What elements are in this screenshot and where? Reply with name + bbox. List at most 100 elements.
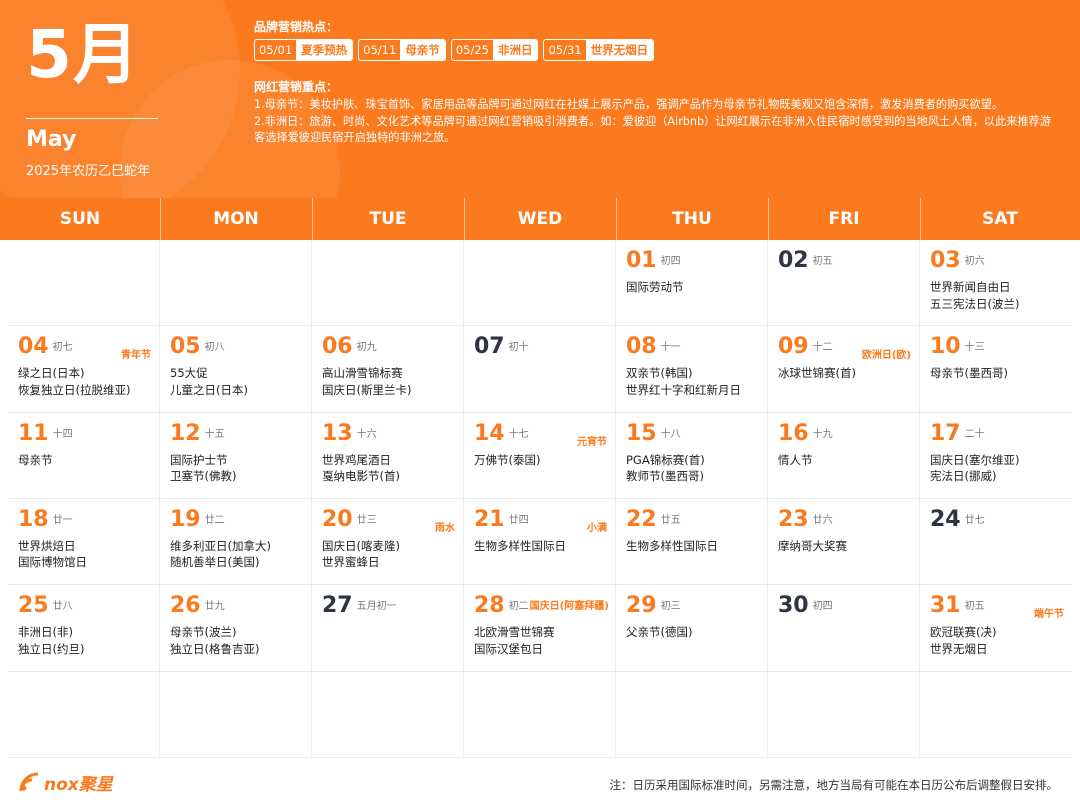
lunar-date: 廿二 bbox=[204, 514, 225, 526]
event-list: 国庆日(塞尔维亚) 宪法日(挪威) bbox=[930, 452, 1072, 485]
event-item: 国庆日(斯里兰卡) bbox=[322, 382, 412, 397]
day-number: 31 bbox=[930, 593, 961, 619]
lunar-date: 廿三 bbox=[356, 514, 377, 526]
calendar-grid: 01 初四 国际劳动节 02 初五 03 初六 世界新闻自由日 五三宪法日(波兰) 04 初七 青年节… bbox=[8, 240, 1072, 758]
empty-day-cell bbox=[312, 671, 464, 758]
hot-tag: 05/25 非洲日 bbox=[450, 39, 539, 61]
event-list: 绿之日(日本) 恢复独立日(拉脱维亚) bbox=[18, 365, 159, 398]
day-number: 15 bbox=[626, 420, 657, 446]
day-cell: 21 廿四 小满 生物多样性国际日 bbox=[464, 498, 616, 586]
event-item: 随机善举日(美国) bbox=[170, 555, 260, 570]
holiday-tag: 元宵节 bbox=[577, 436, 607, 448]
event-list: 世界鸡尾酒日 戛纳电影节(首) bbox=[322, 452, 463, 485]
lunar-date: 十九 bbox=[812, 428, 833, 440]
holiday-inline: 国庆日(阿塞拜疆) bbox=[529, 601, 609, 613]
day-number: 09 bbox=[778, 334, 809, 360]
day-cell: 29 初三父亲节(德国) bbox=[616, 585, 768, 672]
hot-tag-name: 世界无烟日 bbox=[585, 40, 654, 60]
day-cell: 19 廿二 维多利亚日(加拿大) 随机善举日(美国) bbox=[160, 498, 312, 586]
event-item: 情人节 bbox=[778, 452, 813, 467]
calendar-header: 5月 May 2025年农历乙巳蛇年 品牌营销热点： 05/01 夏季预热 05… bbox=[0, 0, 1080, 198]
empty-day-cell bbox=[464, 671, 616, 758]
day-number: 17 bbox=[930, 420, 961, 446]
lunar-date: 十一 bbox=[660, 342, 681, 354]
day-number: 18 bbox=[18, 506, 49, 532]
day-number: 11 bbox=[18, 420, 49, 446]
lunar-date: 初七 bbox=[52, 342, 73, 354]
lunar-date: 初五 bbox=[812, 256, 833, 267]
lunar-date: 初八 bbox=[204, 342, 225, 354]
lunar-date: 初二 bbox=[508, 601, 529, 613]
day-number: 07 bbox=[474, 334, 505, 360]
day-cell: 31 初五 端午节 欧冠联赛(决) 世界无烟日 bbox=[920, 585, 1072, 672]
day-cell: 14 十七 元宵节 万佛节(泰国) bbox=[464, 412, 616, 499]
day-cell: 13 十六 世界鸡尾酒日 戛纳电影节(首) bbox=[312, 412, 464, 499]
day-number: 19 bbox=[170, 506, 201, 532]
day-number: 29 bbox=[626, 593, 657, 619]
day-cell: 02 初五 bbox=[768, 240, 920, 327]
brand-logo: nox聚星 bbox=[18, 770, 113, 795]
kol-note: 1.母亲节：美妆护肤、珠宝首饰、家居用品等品牌可通过网红在社媒上展示产品，强调产… bbox=[254, 98, 1004, 111]
lunar-date: 五月初一 bbox=[356, 601, 397, 613]
day-cell: 20 廿三 雨水 国庆日(喀麦隆) 世界蜜蜂日 bbox=[312, 498, 464, 586]
day-number: 05 bbox=[170, 334, 201, 360]
hot-tag-name: 母亲节 bbox=[400, 40, 445, 60]
day-cell: 01 初四 国际劳动节 bbox=[616, 240, 768, 327]
event-item: 国际博物馆日 bbox=[18, 555, 87, 570]
signal-icon bbox=[19, 772, 39, 791]
event-list: 生物多样性国际日 bbox=[474, 538, 615, 555]
lunar-date: 十三 bbox=[964, 342, 985, 354]
lunar-date: 廿六 bbox=[812, 514, 833, 526]
hot-tag-name: 非洲日 bbox=[492, 40, 538, 60]
event-item: 55大促 bbox=[170, 366, 208, 381]
event-list: 母亲节 bbox=[18, 452, 159, 469]
hot-topics-title: 品牌营销热点： bbox=[254, 20, 339, 34]
day-number: 04 bbox=[18, 334, 49, 360]
event-item: 国际护士节 bbox=[170, 452, 228, 467]
event-item: 恢复独立日(拉脱维亚) bbox=[18, 382, 131, 397]
lunar-date: 初三 bbox=[660, 601, 681, 613]
day-cell: 30 初四 bbox=[768, 585, 920, 672]
weekday-label: WED bbox=[464, 198, 616, 240]
event-list: 高山滑雪锦标赛 国庆日(斯里兰卡) bbox=[322, 365, 463, 398]
empty-day-cell bbox=[464, 240, 616, 327]
lunar-date: 十四 bbox=[52, 428, 73, 440]
day-number: 28 bbox=[474, 593, 505, 619]
empty-day-cell bbox=[8, 671, 160, 758]
day-number: 13 bbox=[322, 420, 353, 446]
day-cell: 04 初七 青年节 绿之日(日本) 恢复独立日(拉脱维亚) bbox=[8, 326, 160, 413]
event-item: 独立日(格鲁吉亚) bbox=[170, 641, 260, 656]
event-item: 欧冠联赛(决) bbox=[930, 625, 997, 640]
lunar-date: 初五 bbox=[964, 601, 985, 613]
day-number: 25 bbox=[18, 593, 49, 619]
day-number: 01 bbox=[626, 248, 657, 273]
event-list: 非洲日(非) 独立日(约旦) bbox=[18, 624, 159, 657]
hot-tag: 05/31 世界无烟日 bbox=[543, 39, 655, 61]
event-list: 父亲节(德国) bbox=[626, 624, 767, 641]
day-cell: 07 初十 bbox=[464, 326, 616, 413]
lunar-date: 廿七 bbox=[964, 514, 985, 526]
lunar-date: 初六 bbox=[964, 256, 985, 267]
event-item: 世界鸡尾酒日 bbox=[322, 452, 391, 467]
weekday-label: SUN bbox=[59, 209, 101, 229]
lunar-date: 二十 bbox=[964, 428, 985, 440]
weekday-label: SAT bbox=[920, 198, 1080, 240]
day-cell: 15 十八 PGA锦标赛(首) 教师节(墨西哥) bbox=[616, 412, 768, 499]
hot-tag: 05/11 母亲节 bbox=[358, 39, 446, 61]
weekday-label: MON bbox=[160, 198, 312, 240]
day-cell: 12 十五 国际护士节 卫塞节(佛教) bbox=[160, 412, 312, 499]
event-list: 世界新闻自由日 五三宪法日(波兰) bbox=[930, 279, 1072, 312]
event-item: 母亲节(波兰) bbox=[170, 625, 237, 640]
event-item: 高山滑雪锦标赛 bbox=[322, 366, 403, 381]
event-item: 生物多样性国际日 bbox=[474, 538, 566, 553]
hot-tag-date: 05/01 bbox=[259, 43, 293, 57]
month-english: May bbox=[26, 127, 77, 152]
weekday-bar: SUN MON TUE WED THU FRI SAT bbox=[0, 198, 1080, 240]
holiday-tag: 欧洲日(欧) bbox=[861, 350, 911, 362]
empty-day-cell bbox=[160, 671, 312, 758]
day-cell: 17 二十国庆日(塞尔维亚) 宪法日(挪威) bbox=[920, 413, 1072, 499]
event-list: 母亲节(波兰) 独立日(格鲁吉亚) bbox=[170, 624, 311, 657]
footnote: 注：日历采用国际标准时间，另需注意，地方当局有可能在本日历公布后调整假日安排。 bbox=[609, 778, 1059, 792]
day-cell: 16 十九 情人节 bbox=[768, 412, 920, 499]
day-number: 08 bbox=[626, 334, 657, 360]
